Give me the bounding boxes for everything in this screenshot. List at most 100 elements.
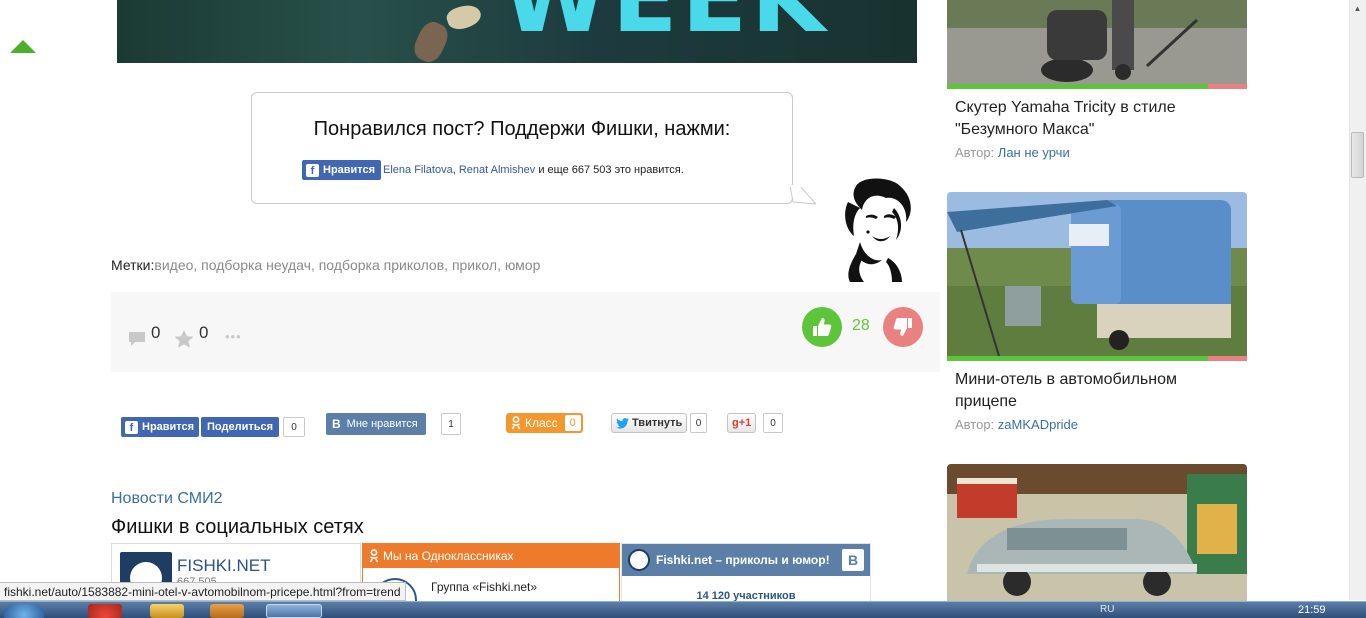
vk-widget-header: Fishki.net – приколы и юмор! B: [622, 544, 870, 576]
tag-separator: ,: [193, 257, 202, 273]
fb-friend-link-2[interactable]: Renat Almishev: [459, 164, 535, 176]
author-link[interactable]: zaMKADpride: [998, 417, 1078, 432]
fb-like-label: Нравится: [323, 164, 376, 176]
card-image-car[interactable]: [947, 464, 1247, 601]
comment-icon[interactable]: [127, 330, 147, 348]
fb-page-name[interactable]: FISHKI.NET: [177, 556, 271, 576]
news-section-link[interactable]: Новости СМИ2: [111, 490, 222, 508]
author-label: Автор:: [955, 417, 995, 432]
star-icon[interactable]: [173, 329, 195, 349]
ok-class-button[interactable]: Класс 0: [506, 413, 583, 433]
vk-like-count: 1: [441, 413, 461, 435]
fb-like-social-text: Elena Filatova, Renat Almishev и еще 667…: [383, 164, 684, 176]
window-scrollbar[interactable]: [1349, 0, 1366, 600]
ok-class-count: 0: [564, 415, 581, 431]
start-button-icon[interactable]: [4, 604, 44, 618]
fb-like-count-text: и еще 667 503 это нравится.: [535, 164, 684, 176]
facebook-icon: f: [125, 420, 138, 434]
card-author: Автор: zaMKADpride: [955, 417, 1078, 432]
fb-friend-link-1[interactable]: Elena Filatova: [383, 164, 453, 176]
rating-positive-fill: [947, 356, 1208, 361]
vk-group-widget[interactable]: Fishki.net – приколы и юмор! B 14 120 уч…: [621, 543, 871, 603]
ok-class-label: Класс: [525, 416, 558, 430]
tag-link[interactable]: прикол: [452, 257, 497, 273]
scooter-photo: [947, 0, 1247, 84]
thumbs-up-button[interactable]: [802, 307, 842, 347]
card-title[interactable]: Скутер Yamaha Tricity в стиле "Безумного…: [955, 97, 1240, 141]
tag-separator: ,: [497, 257, 505, 273]
opera-taskbar-icon[interactable]: [88, 604, 122, 618]
marilyn-illustration: [845, 178, 911, 282]
fb-share-button[interactable]: Поделиться: [201, 417, 280, 437]
vk-like-button[interactable]: B Мне нравится: [326, 413, 426, 435]
vk-like-label: Мне нравится: [346, 418, 418, 430]
card-author: Автор: Лан не урчи: [955, 145, 1070, 160]
firefox-taskbar-icon[interactable]: [266, 604, 322, 618]
fb-like-share-button[interactable]: f Нравится: [121, 417, 200, 437]
social-section-title: Фишки в социальных сетях: [111, 516, 364, 538]
google-plus-count: 0: [763, 413, 783, 433]
google-plus-label: +1: [738, 417, 752, 429]
banner-hand-shape: [409, 17, 453, 63]
thumbs-down-button[interactable]: [883, 307, 923, 347]
comments-count: 0: [151, 323, 161, 342]
tweet-label: Твитнуть: [632, 417, 683, 429]
tag-separator: ,: [444, 257, 452, 273]
car-photo: [947, 464, 1247, 601]
vk-icon: B: [332, 417, 341, 431]
ok-widget-header: Мы на Одноклассниках: [363, 544, 619, 568]
google-plus-button[interactable]: g +1: [727, 413, 757, 433]
scroll-top-arrow-icon[interactable]: [10, 40, 36, 53]
language-indicator[interactable]: RU: [1100, 604, 1114, 615]
system-clock[interactable]: 21:59: [1298, 604, 1326, 616]
odnoklassniki-icon: [511, 416, 521, 430]
fb-like-share-label: Нравится: [142, 421, 195, 433]
google-plus-icon: g: [732, 417, 739, 429]
tweet-button[interactable]: Твитнуть: [611, 413, 688, 433]
folder-taskbar-icon[interactable]: [150, 604, 184, 618]
os-taskbar: [0, 601, 1366, 618]
status-bar-url: fishki.net/auto/1583882-mini-otel-v-avto…: [0, 582, 406, 601]
card-image-scooter[interactable]: [947, 0, 1247, 84]
rating-positive-fill: [947, 84, 1208, 89]
more-options-icon[interactable]: •••: [225, 329, 242, 344]
tag-link[interactable]: подборка приколов: [319, 257, 444, 273]
like-prompt-title: Понравился пост? Поддержи Фишки, нажми:: [313, 118, 731, 140]
rating-value: 28: [852, 317, 870, 334]
rating-negative-fill: [1208, 84, 1247, 89]
scrollbar-thumb[interactable]: [1351, 132, 1364, 178]
tags-label: Метки:: [111, 257, 155, 273]
card-rating-bar: [947, 356, 1247, 361]
ok-group-name[interactable]: Группа «Fishki.net»: [431, 580, 537, 594]
scroll-up-arrow-icon[interactable]: ▲: [1351, 2, 1364, 16]
tag-link[interactable]: видео: [154, 257, 193, 273]
post-banner-image: WEEK: [117, 0, 917, 63]
banner-frog-shape: [444, 1, 484, 33]
like-prompt-box: [251, 92, 793, 204]
fb-share-label: Поделиться: [207, 421, 274, 433]
vk-logo-icon: B: [842, 549, 864, 571]
twitter-bird-icon: [616, 417, 629, 429]
tag-link[interactable]: подборка неудач: [201, 257, 311, 273]
vk-group-avatar: [628, 549, 650, 571]
card-image-trailer[interactable]: [947, 192, 1247, 356]
odnoklassniki-icon: [369, 549, 379, 563]
banner-word: WEEK: [502, 0, 829, 54]
ok-widget-title: Мы на Одноклассниках: [383, 549, 514, 563]
facebook-icon: f: [306, 163, 319, 177]
vk-group-name[interactable]: Fishki.net – приколы и юмор!: [656, 553, 830, 567]
rating-negative-fill: [1208, 356, 1247, 361]
author-label: Автор:: [955, 145, 995, 160]
fb-like-button[interactable]: f Нравится: [302, 160, 382, 180]
tag-link[interactable]: юмор: [505, 257, 541, 273]
app-taskbar-icon[interactable]: [210, 604, 244, 618]
card-rating-bar: [947, 84, 1247, 89]
author-link[interactable]: Лан не урчи: [998, 145, 1070, 160]
post-tags: Метки:видео, подборка неудач, подборка п…: [111, 257, 540, 273]
fb-share-count: 0: [283, 417, 305, 437]
trailer-photo: [947, 192, 1247, 356]
thumbs-down-icon: [893, 318, 912, 336]
tweet-count: 0: [690, 413, 707, 433]
bubble-tail: [790, 185, 816, 205]
card-title[interactable]: Мини-отель в автомобильном прицепе: [955, 369, 1240, 413]
